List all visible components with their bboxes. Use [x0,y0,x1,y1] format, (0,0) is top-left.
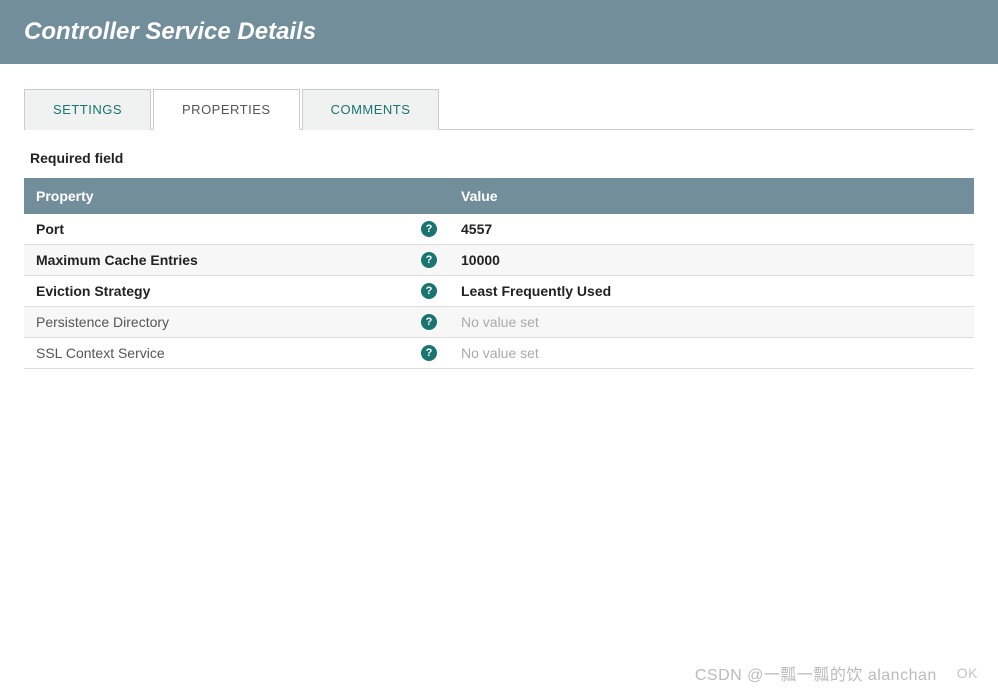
help-icon[interactable]: ? [421,283,437,299]
properties-table: Property Value Port? 4557 Maximum Cache En… [24,178,974,369]
extra-cell [869,276,974,307]
help-icon[interactable]: ? [421,252,437,268]
extra-cell [869,338,974,369]
help-icon[interactable]: ? [421,314,437,330]
property-name: SSL Context Service [36,345,165,361]
tab-bar: SETTINGS PROPERTIES COMMENTS [24,88,974,130]
property-value: No value set [461,345,539,361]
extra-cell [869,214,974,245]
dialog-header: Controller Service Details [0,0,998,64]
property-value: Least Frequently Used [461,283,611,299]
table-row[interactable]: Persistence Directory? No value set [24,307,974,338]
property-name: Eviction Strategy [36,283,150,299]
tab-settings[interactable]: SETTINGS [24,89,151,130]
dialog-title: Controller Service Details [24,18,316,45]
tab-properties[interactable]: PROPERTIES [153,89,300,130]
dialog-footer: CSDN @一瓢一瓢的饮 alanchan OK [695,661,978,685]
property-name: Maximum Cache Entries [36,252,198,268]
table-row[interactable]: Port? 4557 [24,214,974,245]
table-row[interactable]: Maximum Cache Entries? 10000 [24,245,974,276]
table-row[interactable]: Eviction Strategy? Least Frequently Used [24,276,974,307]
dialog-content: SETTINGS PROPERTIES COMMENTS Required fi… [0,64,998,393]
help-icon[interactable]: ? [421,221,437,237]
property-value: 4557 [461,221,492,237]
extra-cell [869,307,974,338]
help-icon[interactable]: ? [421,345,437,361]
column-header-property: Property [24,178,449,214]
extra-cell [869,245,974,276]
property-value: No value set [461,314,539,330]
table-header-row: Property Value [24,178,974,214]
ok-button[interactable]: OK [957,665,978,681]
tab-comments[interactable]: COMMENTS [302,89,440,130]
watermark-text: CSDN @一瓢一瓢的饮 alanchan [695,661,937,685]
table-row[interactable]: SSL Context Service? No value set [24,338,974,369]
property-value: 10000 [461,252,500,268]
property-name: Port [36,221,64,237]
property-name: Persistence Directory [36,314,169,330]
column-header-value: Value [449,178,869,214]
column-header-extra [869,178,974,214]
required-field-label: Required field [30,150,974,166]
